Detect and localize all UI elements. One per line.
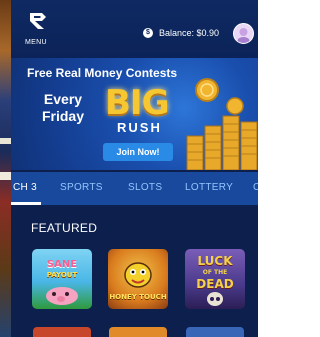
background-stripe [0,172,11,180]
tab-lottery[interactable]: LOTTERY [185,182,233,193]
join-now-button[interactable]: Join Now! [103,143,173,161]
gold-coins-icon [186,78,258,170]
tab-slots[interactable]: SLOTS [128,182,162,193]
avatar[interactable] [233,23,254,44]
game-tile-partial[interactable] [186,327,244,337]
tab-active-indicator [11,202,41,205]
avatar-face-icon [237,28,250,43]
featured-heading: FEATURED [31,221,98,235]
banner-line-2: Friday [41,108,84,124]
game-tile-sane-payout[interactable]: SANE PAYOUT [32,249,92,309]
game-title: SANE [46,259,78,270]
game-title: LUCK [197,254,233,268]
bee-icon [124,262,152,288]
banner-title: Free Real Money Contests [27,66,178,80]
banner-schedule: Every Friday [33,91,93,125]
right-margin [258,0,260,337]
skull-icon [207,292,223,306]
game-title-middle: OF THE [202,269,228,276]
balance-text[interactable]: Balance: $0.90 [159,28,219,38]
logo-icon[interactable] [28,12,48,30]
tab-sports[interactable]: SPORTS [60,182,103,193]
coin-icon: $ [143,28,153,38]
game-tile-partial[interactable] [109,327,167,337]
banner-big-word: BIG [105,83,169,123]
menu-label[interactable]: MENU [25,39,47,46]
game-tile-honey-touch[interactable]: HONEY TOUCH [108,249,168,309]
app-screen: MENU $ Balance: $0.90 Free Real Money Co… [11,0,258,337]
banner-rush-word: RUSH [117,120,162,135]
tab-match3[interactable]: CH 3 [13,182,37,193]
top-bar: MENU $ Balance: $0.90 [11,0,258,58]
game-title: HONEY TOUCH [109,293,167,301]
promo-banner[interactable]: Free Real Money Contests Every Friday BI… [11,58,258,170]
pig-icon [46,287,78,305]
game-tile-luck-of-the-dead[interactable]: LUCK OF THE DEAD [185,249,245,309]
category-tabs: CH 3 SPORTS SLOTS LOTTERY C [11,172,258,205]
background-game-strip [0,0,11,337]
game-subtitle: DEAD [196,277,234,291]
game-tile-partial[interactable] [33,327,91,337]
banner-line-1: Every [43,91,83,107]
game-subtitle: PAYOUT [46,271,78,279]
background-stripe [0,138,11,144]
